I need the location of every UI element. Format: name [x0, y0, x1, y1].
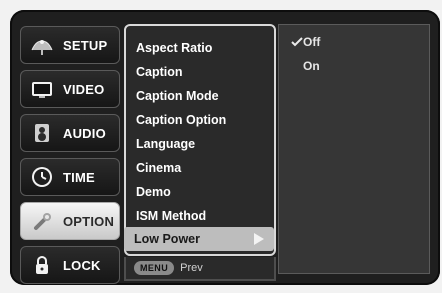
nav-item-time[interactable]: TIME — [20, 158, 120, 196]
submenu-item-cinema[interactable]: Cinema — [136, 156, 181, 180]
speaker-icon — [27, 118, 57, 148]
nav-label-lock: LOCK — [63, 257, 101, 273]
nav-item-audio[interactable]: AUDIO — [20, 114, 120, 152]
main-nav: SETUP VIDEO AUDIO TIME OPTION LOCK — [20, 26, 120, 284]
nav-label-time: TIME — [63, 169, 95, 185]
submenu-item-aspect-ratio[interactable]: Aspect Ratio — [136, 36, 212, 60]
submenu-item-ism-method[interactable]: ISM Method — [136, 204, 206, 228]
option-off[interactable]: Off — [303, 35, 320, 49]
lock-icon — [27, 250, 57, 280]
clock-icon — [27, 162, 57, 192]
nav-label-video: VIDEO — [63, 81, 105, 97]
submenu-item-language[interactable]: Language — [136, 132, 195, 156]
nav-item-option[interactable]: OPTION — [20, 202, 120, 240]
nav-label-audio: AUDIO — [63, 125, 106, 141]
nav-item-video[interactable]: VIDEO — [20, 70, 120, 108]
nav-label-setup: SETUP — [63, 37, 108, 53]
tv-icon — [27, 74, 57, 104]
checkmark-icon — [291, 37, 303, 47]
submenu-item-low-power[interactable]: Low Power — [124, 227, 274, 251]
submenu-item-caption-mode[interactable]: Caption Mode — [136, 84, 219, 108]
submenu-item-caption[interactable]: Caption — [136, 60, 183, 84]
submenu-footer: MENU Prev — [124, 257, 276, 281]
menu-button[interactable]: MENU — [134, 261, 175, 275]
option-submenu: Aspect Ratio Caption Caption Mode Captio… — [124, 24, 276, 256]
submenu-item-low-power-label: Low Power — [134, 232, 200, 246]
nav-item-lock[interactable]: LOCK — [20, 246, 120, 284]
nav-label-option: OPTION — [63, 213, 115, 229]
satellite-dish-icon — [27, 30, 57, 60]
submenu-item-caption-option[interactable]: Caption Option — [136, 108, 226, 132]
option-on[interactable]: On — [303, 59, 320, 73]
chevron-right-icon — [254, 233, 264, 245]
wrench-icon — [27, 206, 57, 236]
nav-item-setup[interactable]: SETUP — [20, 26, 120, 64]
low-power-options-panel: Off On — [278, 24, 430, 274]
prev-label: Prev — [180, 262, 203, 274]
submenu-item-demo[interactable]: Demo — [136, 180, 171, 204]
